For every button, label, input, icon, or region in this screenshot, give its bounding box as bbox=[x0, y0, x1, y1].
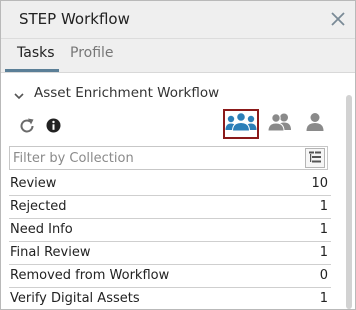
step-workflow-panel: STEP Workflow Tasks Profile Asset Enrich… bbox=[0, 0, 356, 310]
group-view-button[interactable] bbox=[223, 109, 259, 139]
state-name: Removed from Workflow bbox=[10, 268, 170, 283]
state-row-removed-from-workflow[interactable]: Removed from Workflow 0 bbox=[9, 265, 331, 288]
filter-collection bbox=[9, 146, 328, 170]
state-name: Need Info bbox=[10, 222, 73, 237]
tree-list-icon bbox=[308, 149, 322, 168]
vertical-scrollbar[interactable] bbox=[346, 95, 352, 309]
state-count: 0 bbox=[319, 268, 328, 283]
filter-options-button[interactable] bbox=[305, 148, 325, 168]
two-users-icon bbox=[266, 111, 294, 137]
state-count: 1 bbox=[319, 291, 328, 306]
single-user-view-button[interactable] bbox=[297, 109, 333, 139]
state-name: Final Review bbox=[10, 245, 91, 260]
state-list: Review 10 Rejected 1 Need Info 1 Final R… bbox=[9, 173, 331, 309]
state-count: 1 bbox=[319, 245, 328, 260]
state-row-verify-digital-assets[interactable]: Verify Digital Assets 1 bbox=[9, 288, 331, 309]
state-count: 1 bbox=[319, 222, 328, 237]
state-count: 1 bbox=[319, 199, 328, 214]
filter-input[interactable] bbox=[10, 147, 300, 169]
active-tab-indicator bbox=[5, 69, 59, 72]
window-title: STEP Workflow bbox=[19, 10, 130, 28]
close-icon[interactable] bbox=[327, 8, 349, 30]
tab-bar: Tasks Profile bbox=[1, 39, 355, 73]
state-row-final-review[interactable]: Final Review 1 bbox=[9, 242, 331, 265]
tab-tasks[interactable]: Tasks bbox=[17, 45, 55, 61]
section-header[interactable]: Asset Enrichment Workflow bbox=[13, 83, 219, 103]
single-user-icon bbox=[304, 111, 326, 137]
state-name: Rejected bbox=[10, 199, 67, 214]
state-name: Verify Digital Assets bbox=[10, 291, 140, 306]
state-row-need-info[interactable]: Need Info 1 bbox=[9, 219, 331, 242]
tab-profile[interactable]: Profile bbox=[70, 45, 114, 61]
info-icon[interactable] bbox=[46, 118, 61, 133]
state-name: Review bbox=[10, 176, 57, 191]
chevron-down-icon[interactable] bbox=[13, 87, 25, 100]
title-bar: STEP Workflow bbox=[1, 1, 355, 39]
two-users-view-button[interactable] bbox=[262, 109, 298, 139]
state-count: 10 bbox=[311, 176, 328, 191]
tasks-content: Asset Enrichment Workflow Filter by Coll… bbox=[1, 73, 355, 309]
state-row-review[interactable]: Review 10 bbox=[9, 173, 331, 196]
section-title: Asset Enrichment Workflow bbox=[34, 85, 220, 101]
group-users-icon bbox=[225, 111, 257, 137]
refresh-icon[interactable] bbox=[17, 116, 37, 136]
state-row-rejected[interactable]: Rejected 1 bbox=[9, 196, 331, 219]
